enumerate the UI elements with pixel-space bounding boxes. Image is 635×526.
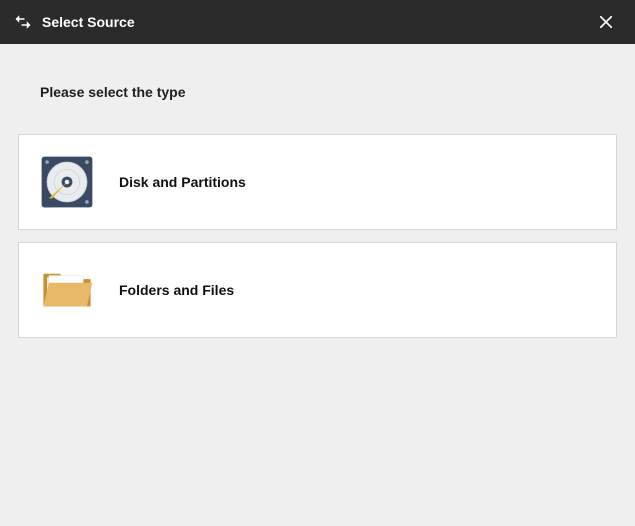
app-icon [14,13,32,31]
disk-icon [37,152,97,212]
window-title: Select Source [42,14,591,30]
close-button[interactable] [591,7,621,37]
select-source-window: Select Source Please select the type [0,0,635,526]
titlebar: Select Source [0,0,635,44]
content-area: Please select the type [0,44,635,526]
option-label: Folders and Files [119,282,234,298]
options-list: Disk and Partitions Folders and Files [0,124,635,360]
folder-icon [37,260,97,320]
close-icon [597,13,615,31]
prompt-text: Please select the type [0,44,635,124]
option-folders-files[interactable]: Folders and Files [18,242,617,338]
option-label: Disk and Partitions [119,174,246,190]
option-disk-partitions[interactable]: Disk and Partitions [18,134,617,230]
